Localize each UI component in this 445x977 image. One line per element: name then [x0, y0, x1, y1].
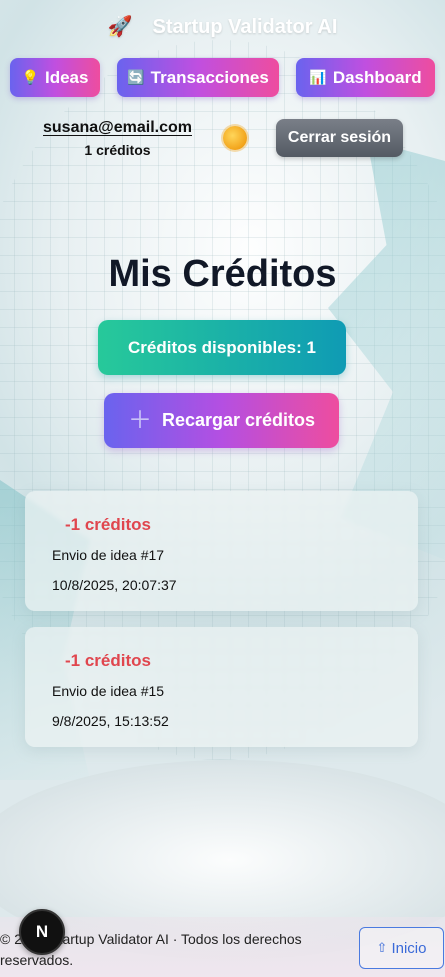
back-to-top-button[interactable]: ⇧ Inicio	[359, 927, 444, 969]
plus-icon: ＋	[127, 406, 152, 434]
sun-icon[interactable]	[223, 126, 247, 150]
nav-transacciones-label: Transacciones	[150, 67, 269, 87]
nav-transacciones-button[interactable]: 🔄 Transacciones	[117, 58, 279, 97]
transaction-card: -1 créditos Envio de idea #15 9/8/2025, …	[25, 627, 418, 747]
arrow-up-icon: ⇧	[376, 940, 388, 955]
transaction-amount: -1 créditos	[65, 515, 151, 534]
app-title: 🚀 Startup Validator AI	[0, 14, 445, 39]
logout-button[interactable]: Cerrar sesión	[276, 119, 403, 157]
transaction-description: Envio de idea #17	[52, 547, 165, 563]
lightbulb-icon: 💡	[21, 69, 39, 85]
transaction-date: 10/8/2025, 20:07:37	[52, 577, 177, 593]
dev-badge[interactable]: N	[19, 909, 65, 955]
back-to-top-label: Inicio	[391, 939, 427, 957]
transaction-card: -1 créditos Envio de idea #17 10/8/2025,…	[25, 491, 418, 611]
user-info: susana@email.com 1 créditos	[40, 119, 195, 158]
app-title-text: Startup Validator AI	[152, 16, 338, 38]
transaction-date: 9/8/2025, 15:13:52	[52, 713, 169, 729]
recharge-credits-button[interactable]: ＋ Recargar créditos	[104, 393, 339, 448]
nav-ideas-label: Ideas	[44, 67, 89, 87]
transaction-amount: -1 créditos	[65, 651, 151, 670]
page-title: Mis Créditos	[108, 253, 337, 295]
nav-ideas-button[interactable]: 💡 Ideas	[10, 58, 100, 97]
credits-available-badge: Créditos disponibles: 1	[98, 320, 346, 375]
nav-dashboard-label: Dashboard	[332, 67, 422, 87]
top-nav: 💡 Ideas 🔄 Transacciones 📊 Dashboard	[10, 58, 435, 98]
user-credits: 1 créditos	[84, 142, 151, 158]
nav-dashboard-button[interactable]: 📊 Dashboard	[296, 58, 435, 97]
bar-chart-icon: 📊	[309, 69, 327, 85]
user-email-link[interactable]: susana@email.com	[40, 119, 195, 137]
transaction-description: Envio de idea #15	[52, 683, 165, 699]
rocket-icon: 🚀	[107, 16, 133, 38]
recharge-credits-label: Recargar créditos	[161, 410, 316, 430]
exchange-icon: 🔄	[127, 69, 145, 85]
